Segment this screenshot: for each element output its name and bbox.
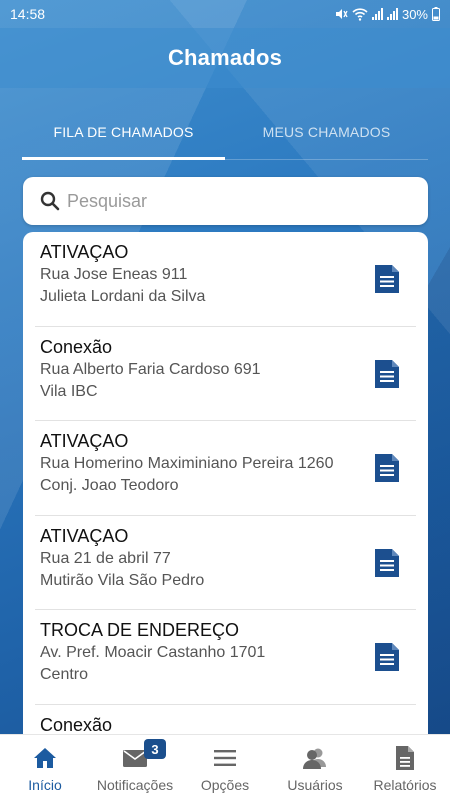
tab-bar: FILA DE CHAMADOS MEUS CHAMADOS (22, 104, 428, 160)
notification-badge: 3 (144, 739, 166, 759)
list-item[interactable]: ATIVAÇAO Rua Jose Eneas 911 Julieta Lord… (35, 232, 416, 327)
nav-label: Relatórios (373, 777, 437, 793)
document-icon[interactable] (374, 548, 400, 578)
home-icon (34, 748, 56, 768)
nav-inicio[interactable]: Início (0, 735, 90, 800)
ticket-address: Rua 21 de abril 77 (40, 549, 171, 567)
menu-icon (214, 750, 236, 766)
nav-notificacoes[interactable]: 3 Notificações (90, 735, 180, 800)
wifi-icon (352, 8, 368, 21)
document-icon[interactable] (374, 359, 400, 389)
nav-opcoes[interactable]: Opções (180, 735, 270, 800)
nav-label: Notificações (96, 777, 174, 793)
status-bar: 14:58 30% (0, 0, 450, 28)
ticket-title: TROCA DE ENDEREÇO (40, 620, 240, 640)
nav-relatorios[interactable]: Relatórios (360, 735, 450, 800)
ticket-title: ATIVAÇAO (40, 431, 129, 451)
search-input[interactable] (67, 190, 397, 212)
ticket-detail: Vila IBC (40, 382, 98, 400)
ticket-title: ATIVAÇAO (40, 242, 129, 262)
app-header: Chamados (0, 28, 450, 88)
ticket-address: Av. Pref. Moacir Castanho 1701 (40, 644, 266, 661)
ticket-detail: Conj. Joao Teodoro (40, 477, 179, 494)
document-icon[interactable] (374, 264, 400, 294)
users-icon (303, 748, 326, 769)
nav-label: Início (28, 777, 62, 793)
report-icon (396, 746, 414, 770)
status-time: 14:58 (10, 6, 46, 22)
nav-label: Opções (200, 777, 250, 793)
status-icons: 30% (334, 7, 440, 22)
list-item[interactable]: Conexão Rua Alberto Faria Cardoso 691 Vi… (35, 327, 416, 421)
document-icon[interactable] (374, 642, 400, 672)
mail-icon-wrap: 3 (122, 739, 166, 771)
ticket-title: Conexão (40, 336, 113, 357)
bottom-navigation: Início 3 Notificações Opções Usuários Re… (0, 734, 450, 800)
list-item[interactable]: ATIVAÇAO Rua Homerino Maximiniano Pereir… (35, 421, 416, 516)
ticket-address: Rua Alberto Faria Cardoso 691 (40, 360, 261, 378)
search-icon (40, 191, 60, 211)
nav-label: Usuários (287, 777, 343, 793)
ticket-detail: Centro (40, 666, 89, 683)
signal-icon (371, 8, 383, 20)
page-title: Chamados (167, 45, 283, 70)
ticket-title: Conexão (40, 714, 113, 735)
list-item[interactable]: ATIVAÇAO Rua 21 de abril 77 Mutirão Vila… (35, 516, 416, 610)
ticket-address: Rua Jose Eneas 911 (40, 266, 188, 283)
ticket-address: Rua Homerino Maximiniano Pereira 1260 (40, 455, 334, 472)
battery-level: 30% (401, 6, 428, 22)
tab-fila-de-chamados[interactable]: FILA DE CHAMADOS (22, 104, 225, 160)
document-icon[interactable] (374, 453, 400, 483)
search-bar (23, 177, 428, 225)
signal-icon-2 (386, 8, 398, 20)
tab-meus-chamados[interactable]: MEUS CHAMADOS (225, 104, 428, 159)
battery-icon (432, 7, 440, 21)
list-item[interactable]: TROCA DE ENDEREÇO Av. Pref. Moacir Casta… (35, 610, 416, 705)
ticket-title: ATIVAÇAO (40, 525, 129, 546)
ticket-detail: Julieta Lordani da Silva (40, 288, 206, 305)
ticket-list: ATIVAÇAO Rua Jose Eneas 911 Julieta Lord… (23, 232, 428, 752)
ticket-detail: Mutirão Vila São Pedro (40, 571, 205, 589)
nav-usuarios[interactable]: Usuários (270, 735, 360, 800)
mute-icon (335, 9, 348, 19)
